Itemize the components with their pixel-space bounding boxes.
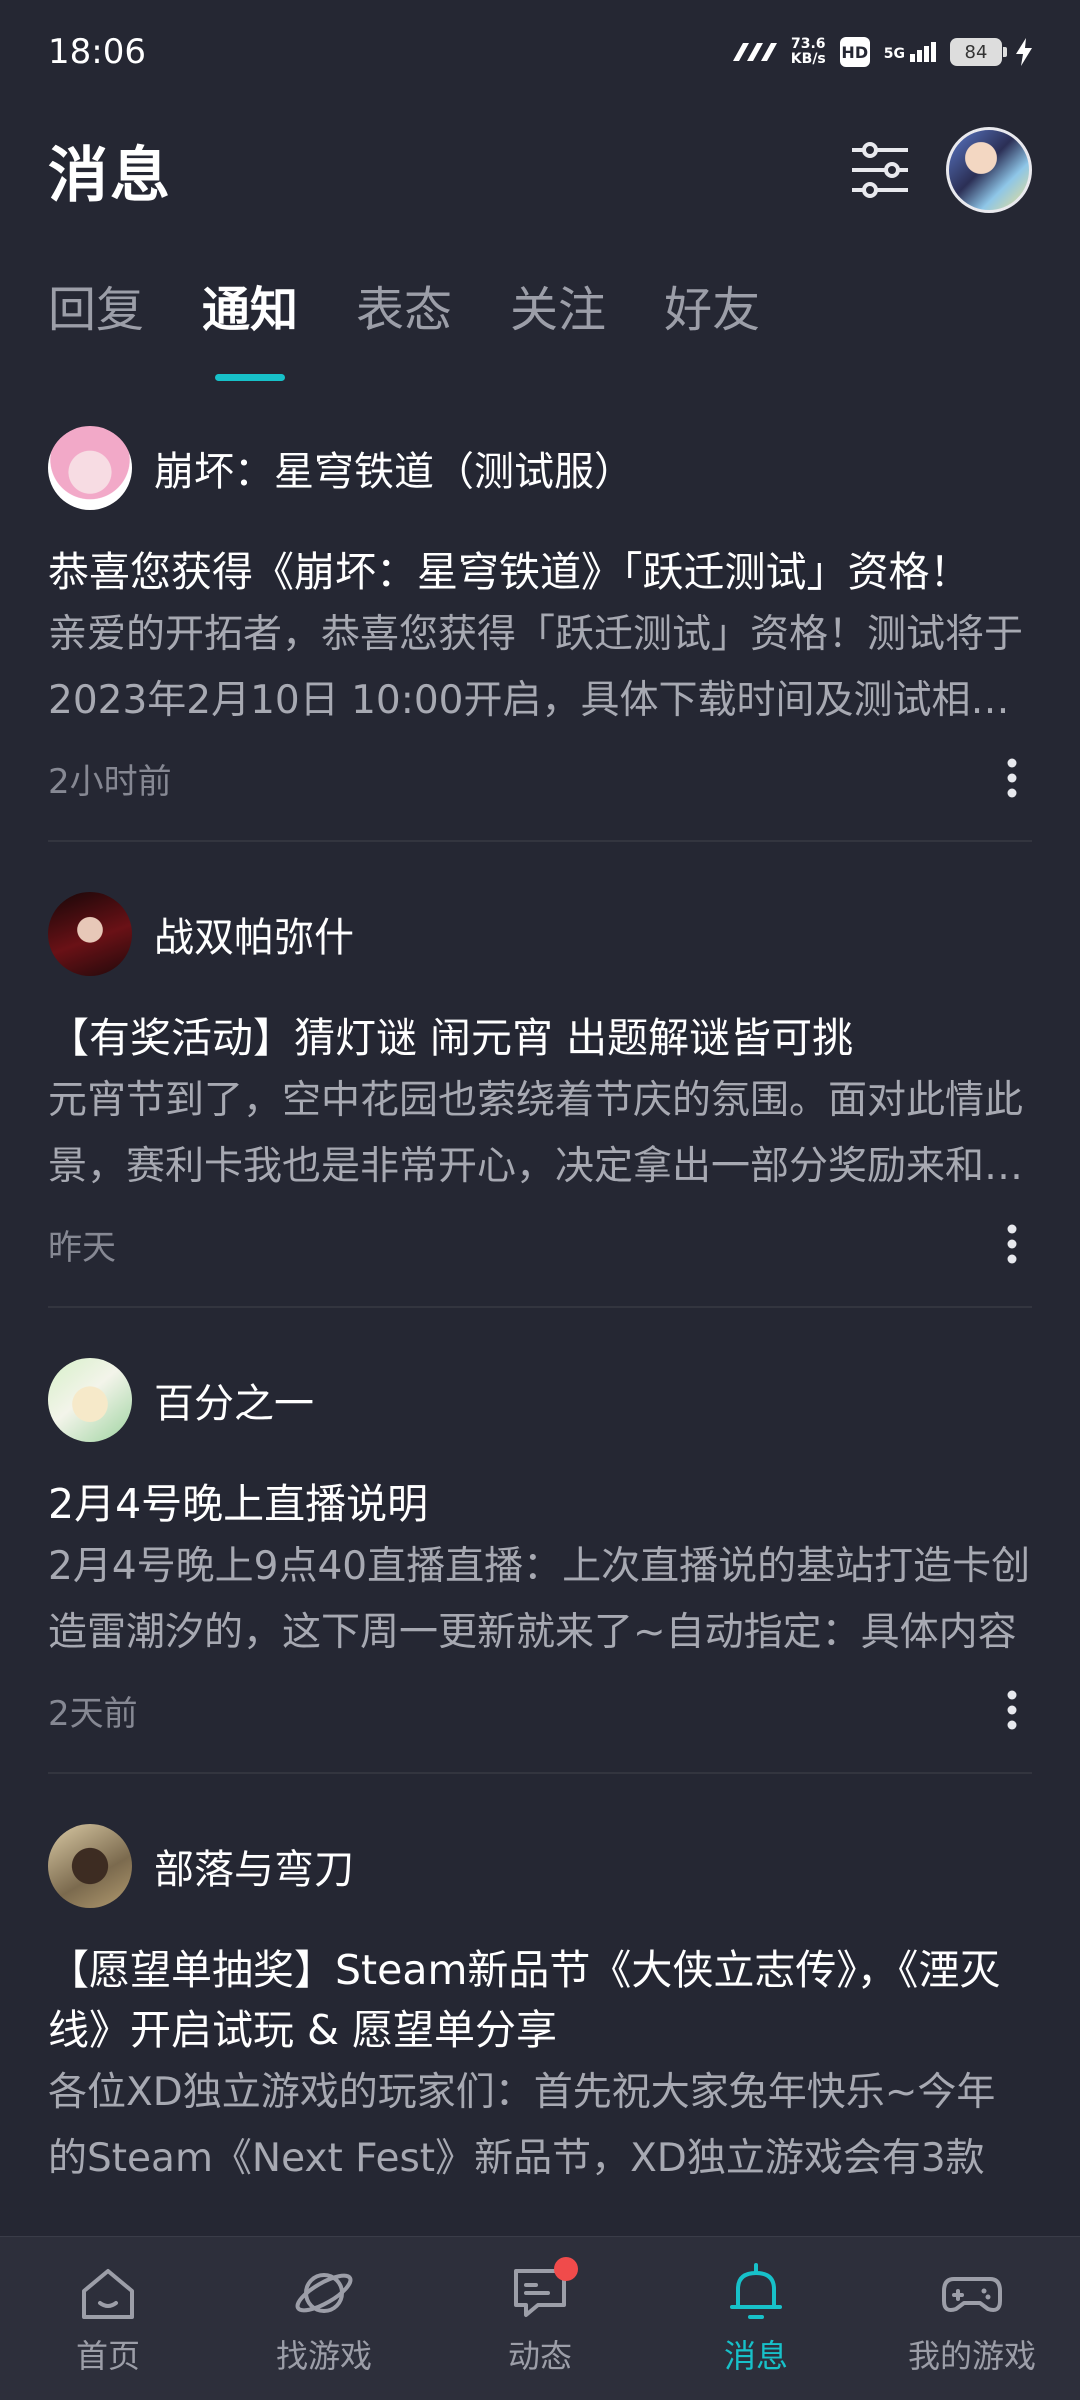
- nav-discover[interactable]: 找游戏: [234, 2261, 414, 2377]
- net-speed-value: 73.6: [791, 36, 826, 52]
- battery-icon: 84: [950, 38, 1007, 66]
- status-icons: 73.6 KB/s HD 5G 84: [731, 37, 1032, 67]
- tab-follows[interactable]: 关注: [510, 270, 606, 370]
- page-title: 消息: [48, 140, 172, 211]
- notification-card[interactable]: 百分之一 2月4号晚上直播说明 2月4号晚上9点40直播直播：上次直播说的基站打…: [48, 1352, 1032, 1774]
- tab-notifications[interactable]: 通知: [202, 270, 299, 381]
- net-speed-unit: KB/s: [790, 51, 826, 67]
- home-icon: [82, 2268, 134, 2319]
- more-vertical-icon: [1007, 1690, 1017, 1730]
- status-bar: 18:06 73.6 KB/s HD 5G 84: [0, 0, 1080, 104]
- notification-title: 【有奖活动】猜灯谜 闹元宵 出题解谜皆可挑: [48, 1014, 854, 1062]
- notification-body: 2月4号晚上9点40直播直播：上次直播说的基站打造卡创造雷潮汐的，这下周一更新就…: [48, 1544, 1031, 1655]
- tab-label: 通知: [202, 282, 299, 338]
- nav-home[interactable]: 首页: [18, 2261, 198, 2377]
- more-vertical-icon: [1007, 758, 1017, 798]
- nav-label: 首页: [75, 2336, 140, 2375]
- notification-list: 崩坏：星穹铁道（测试服） 恭喜您获得《崩坏：星穹铁道》「跃迁测试」资格！ 亲爱的…: [48, 420, 1032, 2270]
- notification-card[interactable]: 部落与弯刀 【愿望单抽奖】Steam新品节《大侠立志传》，《湮灭线》开启试玩 &…: [48, 1818, 1032, 2226]
- more-options-button[interactable]: [992, 1216, 1032, 1272]
- signal-icon: 5G: [884, 42, 936, 62]
- chat-icon-wrap: [508, 2256, 578, 2325]
- card-header: 战双帕弥什: [48, 886, 1032, 982]
- sender-name[interactable]: 崩坏：星穹铁道（测试服）: [154, 439, 634, 497]
- sender-avatar[interactable]: [48, 1824, 132, 1908]
- card-header: 部落与弯刀: [48, 1818, 1032, 1914]
- bell-icon: [730, 2262, 782, 2319]
- nav-label: 消息: [723, 2336, 788, 2375]
- sender-name[interactable]: 百分之一: [154, 1371, 314, 1429]
- more-options-button[interactable]: [992, 750, 1032, 806]
- gamepad-icon: [942, 2276, 1002, 2312]
- charging-icon: [1016, 38, 1032, 66]
- card-footer: 2天前: [48, 1682, 1032, 1738]
- notification-body: 各位XD独立游戏的玩家们：首先祝大家兔年快乐~今年的Steam《Next Fes…: [48, 2070, 996, 2181]
- notification-body: 元宵节到了，空中花园也萦绕着节庆的氛围。面对此情此景，赛利卡我也是非常开心，决定…: [48, 1078, 1024, 1189]
- more-vertical-icon: [1007, 1224, 1017, 1264]
- notification-title: 2月4号晚上直播说明: [48, 1480, 429, 1528]
- card-footer: 昨天: [48, 1216, 1032, 1272]
- filter-button[interactable]: [844, 134, 916, 206]
- sender-avatar[interactable]: [48, 426, 132, 510]
- card-header: 崩坏：星穹铁道（测试服）: [48, 420, 1032, 516]
- unread-badge: [554, 2256, 578, 2281]
- tab-bar: 回复 通知 表态 关注 好友: [48, 270, 760, 381]
- nav-my-games[interactable]: 我的游戏: [882, 2261, 1062, 2377]
- user-avatar[interactable]: [946, 127, 1032, 213]
- notification-body: 亲爱的开拓者，恭喜您获得「跃迁测试」资格！测试将于2023年2月10日 10:0…: [48, 612, 1024, 723]
- net-speed: 73.6 KB/s: [791, 37, 826, 67]
- nav-label: 找游戏: [275, 2336, 372, 2375]
- tab-replies[interactable]: 回复: [48, 270, 144, 370]
- planet-icon: [295, 2272, 353, 2313]
- tab-label: 关注: [510, 282, 607, 338]
- nfc-icon: [732, 43, 777, 61]
- bottom-nav: 首页 找游戏 动态 消息 我的游戏: [0, 2236, 1080, 2400]
- hd-badge: HD: [839, 37, 870, 67]
- nav-feed[interactable]: 动态: [450, 2256, 630, 2377]
- card-footer: 2小时前: [48, 750, 1032, 806]
- timestamp: 2天前: [48, 1693, 138, 1734]
- timestamp: 昨天: [48, 1227, 116, 1268]
- tab-friends[interactable]: 好友: [664, 270, 760, 370]
- sender-name[interactable]: 部落与弯刀: [154, 1837, 354, 1895]
- header: 消息: [0, 110, 1080, 230]
- sliders-icon: [852, 142, 908, 198]
- tab-active-indicator: [215, 374, 286, 381]
- header-actions: [844, 127, 1032, 213]
- tab-reactions[interactable]: 表态: [356, 270, 452, 370]
- notification-card[interactable]: 战双帕弥什 【有奖活动】猜灯谜 闹元宵 出题解谜皆可挑 元宵节到了，空中花园也萦…: [48, 886, 1032, 1308]
- tab-label: 好友: [664, 282, 761, 338]
- more-options-button[interactable]: [992, 1682, 1032, 1738]
- notification-title: 恭喜您获得《崩坏：星穹铁道》「跃迁测试」资格！: [48, 548, 971, 596]
- notification-card[interactable]: 崩坏：星穹铁道（测试服） 恭喜您获得《崩坏：星穹铁道》「跃迁测试」资格！ 亲爱的…: [48, 420, 1032, 842]
- sender-avatar[interactable]: [48, 1358, 132, 1442]
- notification-title: 【愿望单抽奖】Steam新品节《大侠立志传》，《湮灭线》开启试玩 & 愿望单分享: [48, 1946, 1001, 2054]
- sender-avatar[interactable]: [48, 892, 132, 976]
- tab-label: 表态: [356, 282, 453, 338]
- battery-level: 84: [964, 41, 988, 63]
- sender-name[interactable]: 战双帕弥什: [154, 905, 354, 963]
- status-time: 18:06: [48, 32, 146, 72]
- timestamp: 2小时前: [48, 761, 172, 802]
- nav-messages[interactable]: 消息: [666, 2261, 846, 2377]
- nav-label: 我的游戏: [907, 2336, 1036, 2375]
- tab-label: 回复: [48, 282, 145, 338]
- nav-label: 动态: [507, 2336, 572, 2375]
- card-header: 百分之一: [48, 1352, 1032, 1448]
- network-type: 5G: [883, 46, 905, 62]
